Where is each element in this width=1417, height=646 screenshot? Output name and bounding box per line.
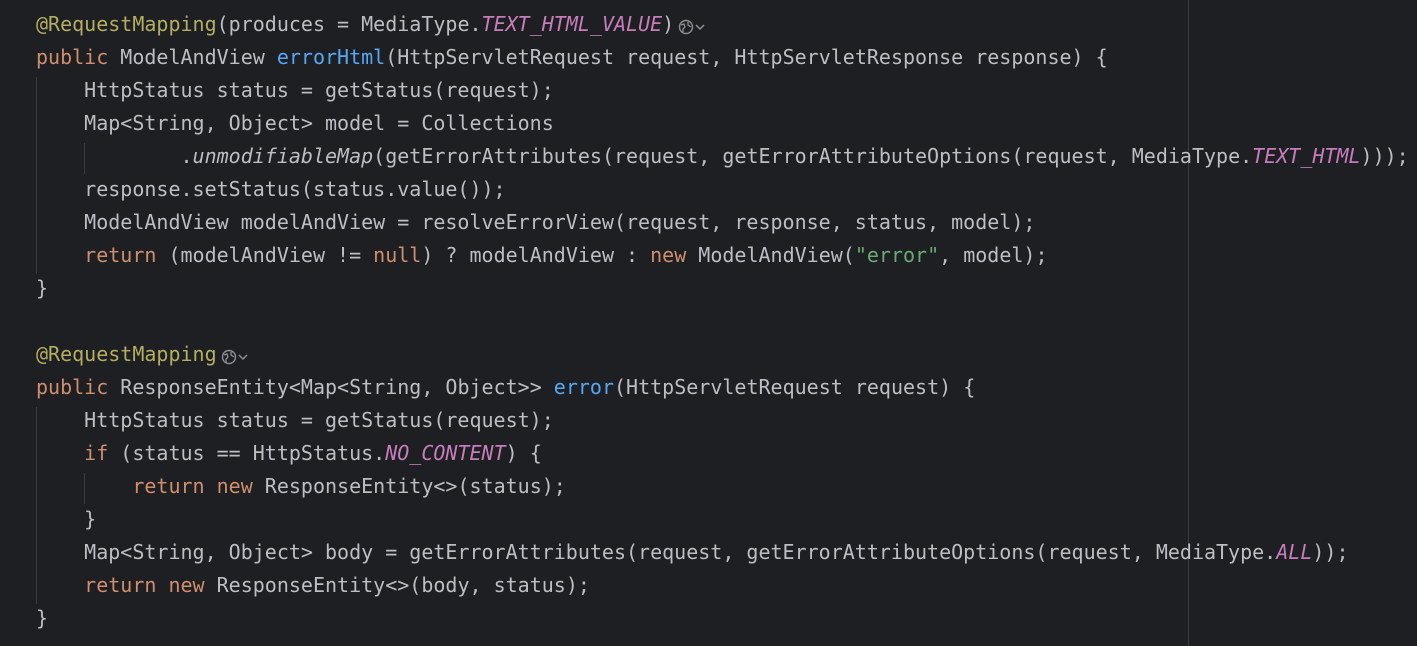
code-line[interactable]: @RequestMapping bbox=[36, 338, 249, 371]
code-token: ResponseEntity<Map<String, Object>> bbox=[120, 375, 554, 399]
code-token: unmodifiableMap bbox=[192, 144, 374, 168]
code-token: @RequestMapping bbox=[36, 342, 217, 366]
code-token: (HttpServletRequest request, HttpServlet… bbox=[385, 45, 1108, 69]
code-token: } bbox=[36, 276, 49, 300]
chevron-down-icon[interactable] bbox=[694, 19, 706, 35]
code-token: ))); bbox=[1360, 144, 1409, 168]
code-line[interactable]: return new ResponseEntity<>(body, status… bbox=[36, 569, 590, 602]
code-line[interactable]: } bbox=[36, 272, 48, 305]
code-token: error bbox=[553, 375, 614, 399]
globe-icon[interactable] bbox=[221, 349, 237, 365]
code-line[interactable]: response.setStatus(status.value()); bbox=[36, 173, 506, 206]
code-token: ModelAndView modelAndView = resolveError… bbox=[36, 210, 1036, 234]
code-token: (getErrorAttributes(request, getErrorAtt… bbox=[373, 144, 1253, 168]
code-token: . bbox=[36, 144, 193, 168]
chevron-down-icon[interactable] bbox=[237, 349, 249, 365]
code-token: (status == HttpStatus. bbox=[120, 441, 386, 465]
code-line[interactable]: Map<String, Object> model = Collections bbox=[36, 107, 554, 140]
code-token: NO_CONTENT bbox=[385, 441, 506, 465]
code-line[interactable]: return new ResponseEntity<>(status); bbox=[36, 470, 566, 503]
code-token: (HttpServletRequest request) { bbox=[614, 375, 976, 399]
code-token: return bbox=[84, 573, 169, 597]
code-token: if bbox=[84, 441, 121, 465]
code-token: ResponseEntity<>(body, status); bbox=[216, 573, 590, 597]
code-line[interactable]: public ResponseEntity<Map<String, Object… bbox=[36, 371, 975, 404]
code-token: (produces = MediaType. bbox=[216, 12, 482, 36]
code-token: null bbox=[373, 243, 422, 267]
code-token: ) ? modelAndView : bbox=[421, 243, 651, 267]
code-token: new bbox=[650, 243, 699, 267]
code-token: ModelAndView bbox=[120, 45, 277, 69]
code-line[interactable]: Map<String, Object> body = getErrorAttri… bbox=[36, 536, 1348, 569]
code-token: TEXT_HTML_VALUE bbox=[481, 12, 663, 36]
code-token: @RequestMapping bbox=[36, 12, 217, 36]
code-line[interactable]: } bbox=[36, 602, 48, 635]
code-token: Map<String, Object> body = getErrorAttri… bbox=[36, 540, 1277, 564]
code-token: return bbox=[84, 243, 169, 267]
code-token: )); bbox=[1312, 540, 1349, 564]
code-line[interactable]: ModelAndView modelAndView = resolveError… bbox=[36, 206, 1035, 239]
code-line[interactable]: @RequestMapping(produces = MediaType.TEX… bbox=[36, 8, 706, 41]
globe-icon[interactable] bbox=[678, 19, 694, 35]
code-line[interactable]: HttpStatus status = getStatus(request); bbox=[36, 74, 554, 107]
code-token: HttpStatus status = getStatus(request); bbox=[36, 408, 554, 432]
code-token: , model); bbox=[939, 243, 1048, 267]
code-token: response.setStatus(status.value()); bbox=[36, 177, 506, 201]
code-token: HttpStatus status = getStatus(request); bbox=[36, 78, 554, 102]
code-token: Map<String, Object> model = Collections bbox=[36, 111, 554, 135]
endpoint-inlay-icons[interactable] bbox=[221, 347, 249, 365]
endpoint-inlay-icons[interactable] bbox=[678, 17, 706, 35]
code-token: ) bbox=[662, 12, 675, 36]
code-token: return bbox=[132, 474, 217, 498]
code-token: ) { bbox=[505, 441, 542, 465]
code-line[interactable]: return (modelAndView != null) ? modelAnd… bbox=[36, 239, 1048, 272]
code-line[interactable]: HttpStatus status = getStatus(request); bbox=[36, 404, 554, 437]
code-token: } bbox=[36, 606, 49, 630]
code-token: ModelAndView( bbox=[698, 243, 855, 267]
code-line[interactable]: .unmodifiableMap(getErrorAttributes(requ… bbox=[36, 140, 1409, 173]
code-token: public bbox=[36, 45, 121, 69]
code-token: new bbox=[216, 474, 265, 498]
code-line[interactable]: public ModelAndView errorHtml(HttpServle… bbox=[36, 41, 1108, 74]
code-token: (modelAndView != bbox=[168, 243, 374, 267]
code-token: TEXT_HTML bbox=[1252, 144, 1361, 168]
code-token: public bbox=[36, 375, 121, 399]
code-token: new bbox=[168, 573, 217, 597]
code-token: "error" bbox=[854, 243, 940, 267]
code-line[interactable]: } bbox=[36, 503, 96, 536]
code-token: ResponseEntity<>(status); bbox=[264, 474, 566, 498]
code-line[interactable]: if (status == HttpStatus.NO_CONTENT) { bbox=[36, 437, 542, 470]
code-token: } bbox=[36, 507, 97, 531]
code-token: ALL bbox=[1276, 540, 1313, 564]
code-editor[interactable]: @RequestMapping(produces = MediaType.TEX… bbox=[0, 0, 1417, 646]
code-token: errorHtml bbox=[276, 45, 386, 69]
